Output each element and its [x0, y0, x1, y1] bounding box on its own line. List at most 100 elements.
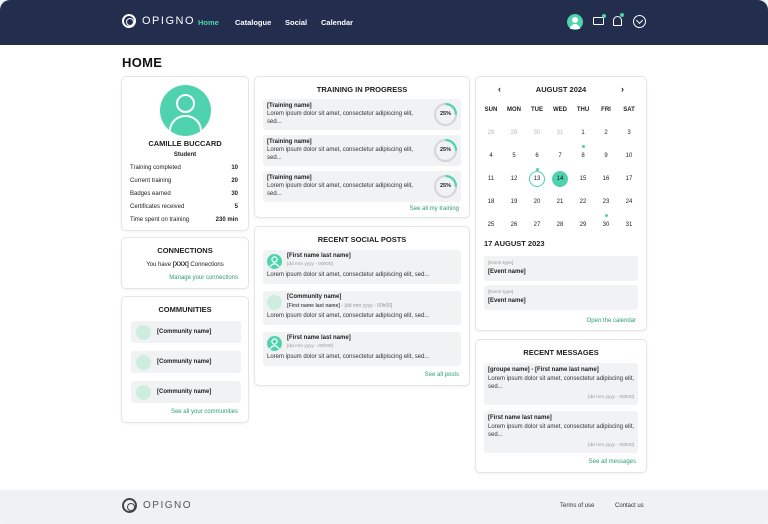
- calendar-day[interactable]: 5: [506, 148, 522, 164]
- community-item[interactable]: [Community name]: [131, 321, 241, 343]
- see-all-messages-link[interactable]: See all messages: [589, 459, 636, 465]
- training-name: [Training name]: [267, 139, 312, 145]
- footer-logo[interactable]: OPIGNO: [122, 498, 192, 513]
- calendar-day[interactable]: 31: [552, 125, 568, 141]
- selected-date: 17 AUGUST 2023: [484, 239, 545, 248]
- calendar-day[interactable]: 30: [598, 217, 614, 233]
- training-desc: Lorem ipsum dolor sit amet, consectetur …: [267, 183, 414, 197]
- event-name: [Event name]: [488, 298, 526, 304]
- calendar-day[interactable]: 9: [598, 148, 614, 164]
- calendar-day[interactable]: 27: [529, 217, 545, 233]
- logo[interactable]: OPIGNO: [122, 14, 195, 28]
- calendar-event[interactable]: [Event type] [Event name]: [484, 256, 638, 281]
- contact-link[interactable]: Contact us: [615, 503, 644, 509]
- opigno-logo-icon: [122, 14, 136, 28]
- calendar-day[interactable]: 14: [552, 171, 568, 187]
- see-all-posts-link[interactable]: See all posts: [425, 372, 459, 378]
- calendar-day[interactable]: 8: [575, 148, 591, 164]
- calendar-day[interactable]: 25: [483, 217, 499, 233]
- calendar-day[interactable]: 2: [598, 125, 614, 141]
- calendar-day[interactable]: 17: [621, 171, 637, 187]
- community-name: [Community name]: [157, 389, 212, 395]
- weekday-label: SUN: [484, 107, 498, 113]
- see-all-training-link[interactable]: See all my training: [410, 206, 459, 212]
- event-type: [Event type]: [488, 261, 514, 266]
- event-type: [Event type]: [488, 290, 514, 295]
- calendar-day[interactable]: 24: [621, 194, 637, 210]
- training-item[interactable]: [Training name] Lorem ipsum dolor sit am…: [263, 135, 461, 166]
- calendar-day[interactable]: 1: [575, 125, 591, 141]
- calendar-day[interactable]: 23: [598, 194, 614, 210]
- stat-label: Certificates received: [130, 204, 185, 210]
- profile-avatar: [160, 85, 211, 136]
- manage-connections-link[interactable]: Manage your connections: [169, 275, 238, 281]
- message-from: [First name last name]: [488, 415, 552, 421]
- progress-label: 25%: [439, 111, 451, 117]
- weekday-label: THU: [576, 107, 590, 113]
- open-calendar-link[interactable]: Open the calendar: [587, 318, 636, 324]
- nav-catalogue[interactable]: Catalogue: [235, 18, 271, 27]
- connections-prefix: You have: [146, 262, 172, 268]
- training-desc: Lorem ipsum dolor sit amet, consectetur …: [267, 147, 414, 161]
- calendar-day[interactable]: 18: [483, 194, 499, 210]
- post-date: [dd mm yyyy - 00h00]: [344, 303, 393, 309]
- calendar-day[interactable]: 28: [483, 125, 499, 141]
- terms-link[interactable]: Terms of use: [560, 503, 594, 509]
- stat-value: 230 min: [215, 217, 238, 223]
- calendar-event[interactable]: [Event type] [Event name]: [484, 285, 638, 310]
- calendar-day[interactable]: 12: [506, 171, 522, 187]
- calendar-day[interactable]: 28: [552, 217, 568, 233]
- calendar-day[interactable]: 19: [506, 194, 522, 210]
- chevron-right-icon[interactable]: ›: [621, 84, 624, 94]
- social-post[interactable]: [First name last name] [dd mm yyyy - 00h…: [263, 250, 461, 284]
- community-item[interactable]: [Community name]: [131, 351, 241, 373]
- calendar-day[interactable]: 11: [483, 171, 499, 187]
- user-avatar[interactable]: [567, 14, 583, 30]
- calendar-day[interactable]: 21: [552, 194, 568, 210]
- calendar-day[interactable]: 16: [598, 171, 614, 187]
- calendar-day[interactable]: 13: [529, 171, 545, 187]
- calendar-day[interactable]: 15: [575, 171, 591, 187]
- social-post[interactable]: [First name last name] [dd mm yyyy - 00h…: [263, 332, 461, 366]
- event-name: [Event name]: [488, 269, 526, 275]
- message-item[interactable]: [groupe name] - [First name last name] L…: [484, 363, 638, 405]
- post-text: Lorem ipsum dolor sit amet, consectetur …: [267, 313, 430, 319]
- calendar-day[interactable]: 30: [529, 125, 545, 141]
- calendar-day[interactable]: 20: [529, 194, 545, 210]
- event-indicator-dot: [536, 168, 539, 171]
- calendar-day[interactable]: 22: [575, 194, 591, 210]
- calendar-day[interactable]: 26: [506, 217, 522, 233]
- community-name: [Community name]: [157, 329, 212, 335]
- calendar-day[interactable]: 10: [621, 148, 637, 164]
- social-post[interactable]: [Community name] [First name last name] …: [263, 291, 461, 325]
- training-item[interactable]: [Training name] Lorem ipsum dolor sit am…: [263, 171, 461, 202]
- mail-icon[interactable]: [593, 14, 606, 25]
- weekday-label: SAT: [623, 107, 635, 113]
- calendar-day[interactable]: 3: [621, 125, 637, 141]
- community-item[interactable]: [Community name]: [131, 381, 241, 403]
- user-head-icon: [176, 94, 195, 113]
- stat-value: 10: [231, 165, 238, 171]
- training-card: TRAINING IN PROGRESS [Training name] Lor…: [254, 76, 470, 218]
- calendar-day[interactable]: 4: [483, 148, 499, 164]
- weekday-label: FRI: [601, 107, 611, 113]
- calendar-day[interactable]: 6: [529, 148, 545, 164]
- calendar-day[interactable]: 7: [552, 148, 568, 164]
- calendar-day[interactable]: 31: [621, 217, 637, 233]
- training-item[interactable]: [Training name] Lorem ipsum dolor sit am…: [263, 99, 461, 130]
- progress-label: 25%: [439, 147, 451, 153]
- message-item[interactable]: [First name last name] Lorem ipsum dolor…: [484, 411, 638, 453]
- see-all-communities-link[interactable]: See all your communities: [171, 409, 238, 415]
- progress-label: 25%: [439, 183, 451, 189]
- calendar-day[interactable]: 29: [575, 217, 591, 233]
- profile-name: CAMILLE BUCCARD: [148, 139, 222, 148]
- community-avatar: [136, 384, 151, 400]
- bell-icon[interactable]: [613, 13, 624, 26]
- nav-calendar[interactable]: Calendar: [321, 18, 353, 27]
- calendar-day[interactable]: 29: [506, 125, 522, 141]
- chevron-down-icon[interactable]: [633, 15, 646, 28]
- nav-home[interactable]: Home: [198, 18, 219, 27]
- nav-social[interactable]: Social: [285, 18, 307, 27]
- stat-label: Time spent on training: [130, 217, 190, 223]
- stat-value: 30: [231, 191, 238, 197]
